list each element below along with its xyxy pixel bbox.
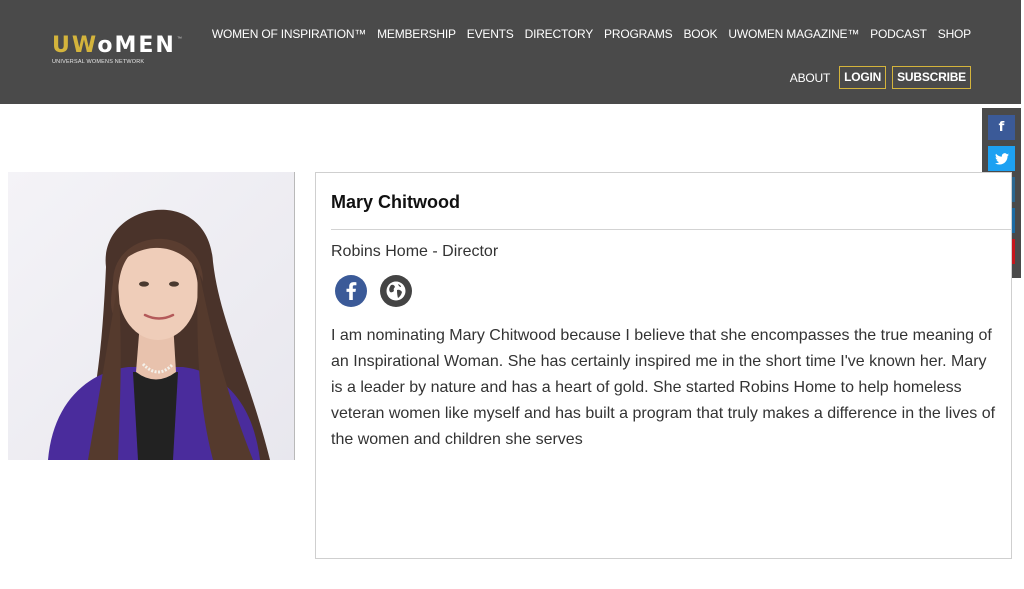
nav-membership[interactable]: MEMBERSHIP (377, 27, 456, 41)
facebook-icon[interactable]: f (988, 115, 1015, 140)
nav-book[interactable]: BOOK (683, 27, 717, 41)
profile-bio: I am nominating Mary Chitwood because I … (331, 327, 996, 448)
site-logo[interactable]: UWoMEN ™ UNIVERSAL WOMENS NETWORK (52, 34, 182, 70)
primary-nav: WOMEN OF INSPIRATION™ MEMBERSHIP EVENTS … (212, 27, 971, 41)
profile-links (335, 275, 412, 307)
nav-shop[interactable]: SHOP (938, 27, 971, 41)
logo-wordmark: UWoMEN (52, 33, 176, 58)
site-header: UWoMEN ™ UNIVERSAL WOMENS NETWORK WOMEN … (0, 0, 1021, 104)
twitter-bird-shape (994, 152, 1009, 165)
card-divider (331, 229, 1011, 230)
secondary-nav: ABOUT LOGIN SUBSCRIBE (790, 66, 971, 89)
facebook-icon[interactable] (335, 275, 367, 307)
nav-uwomen-magazine[interactable]: UWOMEN MAGAZINE™ (728, 27, 859, 41)
nav-podcast[interactable]: PODCAST (870, 27, 927, 41)
nav-directory[interactable]: DIRECTORY (525, 27, 594, 41)
globe-shape (386, 281, 406, 301)
portrait-illustration (8, 172, 294, 460)
nav-women-of-inspiration[interactable]: WOMEN OF INSPIRATION™ (212, 27, 366, 41)
login-button[interactable]: LOGIN (839, 66, 887, 89)
profile-role: Robins Home - Director (331, 243, 499, 260)
logo-subtitle: UNIVERSAL WOMENS NETWORK (52, 59, 145, 65)
subscribe-button[interactable]: SUBSCRIBE (892, 66, 971, 89)
nav-events[interactable]: EVENTS (467, 27, 514, 41)
globe-icon[interactable] (380, 275, 412, 307)
twitter-icon[interactable] (988, 146, 1015, 171)
profile-card: Mary Chitwood Robins Home - Director I a… (315, 172, 1012, 559)
profile-photo (8, 172, 295, 460)
facebook-f-shape (346, 282, 357, 300)
nav-about[interactable]: ABOUT (790, 71, 831, 85)
facebook-glyph: f (998, 120, 1005, 135)
profile-name: Mary Chitwood (331, 192, 460, 212)
nav-programs[interactable]: PROGRAMS (604, 27, 673, 41)
logo-trademark: ™ (177, 36, 182, 42)
